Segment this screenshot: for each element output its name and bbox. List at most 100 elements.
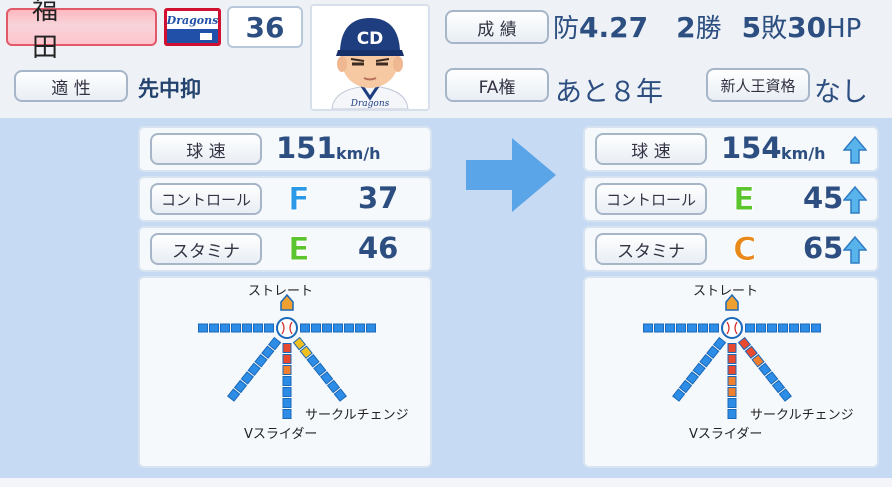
after-speed-label: 球 速 xyxy=(595,133,707,165)
pitch-segment xyxy=(672,388,686,402)
pitch-segment xyxy=(299,345,313,359)
pitch-segment xyxy=(767,323,777,333)
pitch-segment xyxy=(322,323,332,333)
pitch-segment xyxy=(744,345,758,359)
pitch-segment xyxy=(789,323,799,333)
pitch-segment xyxy=(737,336,752,351)
pitch-segment xyxy=(676,323,686,333)
up-arrow-icon xyxy=(843,236,867,264)
pitch-segment xyxy=(727,409,737,419)
record-label: 成 績 xyxy=(445,10,549,44)
before-stamina-value: 46 xyxy=(358,231,399,265)
pitch-segment xyxy=(261,345,275,359)
pitch-segment xyxy=(727,343,737,353)
pitch-segment xyxy=(282,343,292,353)
baseball-icon xyxy=(276,317,298,339)
pitch-segment xyxy=(282,398,292,408)
pitch-segment xyxy=(240,371,254,385)
pitch-segment xyxy=(727,354,737,364)
pitch-segment xyxy=(765,371,779,385)
pitch-segment xyxy=(811,323,821,333)
up-arrow-icon xyxy=(843,136,867,164)
pitch-segment xyxy=(254,354,268,368)
pitch-segment xyxy=(242,323,252,333)
before-pitch-chart: ストレート サークルチェンジ Vスライダー xyxy=(138,276,432,468)
pitch-segment xyxy=(727,387,737,397)
losses-unit: 敗 xyxy=(761,14,788,44)
pitch-segment xyxy=(227,388,241,402)
pitch-segment xyxy=(706,345,720,359)
before-control-label: コントロール xyxy=(150,183,262,215)
era-value: 4.27 xyxy=(579,11,649,44)
straight-arrow xyxy=(280,293,294,311)
pitch-segment xyxy=(311,323,321,333)
after-control-label: コントロール xyxy=(595,183,707,215)
pitch-segment xyxy=(247,362,261,377)
rookie-label: 新人王資格 xyxy=(706,68,810,102)
pitch-segment xyxy=(220,323,230,333)
pitch-segment xyxy=(699,354,713,368)
pitch-segment xyxy=(727,376,737,386)
pitch-segment xyxy=(344,323,354,333)
before-control-value: 37 xyxy=(358,181,399,215)
pitch-segment xyxy=(678,379,693,394)
pitch-segment xyxy=(355,323,365,333)
before-stamina-label: スタミナ xyxy=(150,233,262,265)
before-speed-label: 球 速 xyxy=(150,133,262,165)
aptitude-label: 適 性 xyxy=(14,70,128,102)
pitch-segment xyxy=(778,323,788,333)
before-control-grade: F xyxy=(288,180,311,219)
pitch-segment xyxy=(198,323,208,333)
pitch-segment xyxy=(313,362,327,377)
rookie-value: なし xyxy=(814,77,868,108)
pitch-segment xyxy=(264,323,274,333)
pitch-segment xyxy=(727,365,737,375)
before-speed-unit: km/h xyxy=(336,144,381,163)
wins-unit: 勝 xyxy=(695,14,722,44)
pitch-segment xyxy=(267,336,282,351)
player-name: 福 田 xyxy=(6,0,157,63)
bottom-strip xyxy=(0,478,892,487)
era-label: 防 xyxy=(553,14,580,44)
pitch-segment xyxy=(751,354,765,368)
pitch-segment xyxy=(745,323,755,333)
after-control-card: コントロール E 45 xyxy=(583,176,879,222)
before-stamina-card: スタミナ E 46 xyxy=(138,226,432,272)
pitch-segment xyxy=(756,323,766,333)
pitch-segment xyxy=(778,388,792,402)
hp-unit: HP xyxy=(826,14,862,44)
player-portrait: Dragons CD xyxy=(310,4,430,111)
pitch-segment xyxy=(709,323,719,333)
before-speed-value: 151 xyxy=(276,131,337,165)
pitch-segment xyxy=(209,323,219,333)
pitch-segment xyxy=(800,323,810,333)
pitch-segment xyxy=(366,323,376,333)
pitch-segment xyxy=(282,376,292,386)
arrow-right-icon xyxy=(466,138,558,216)
after-speed-unit: km/h xyxy=(781,144,826,163)
pitch-segment xyxy=(727,398,737,408)
before-speed-card: 球 速 151 km/h xyxy=(138,126,432,172)
pitch-segment xyxy=(712,336,727,351)
pitch-segment xyxy=(654,323,664,333)
pitch-segment xyxy=(253,323,263,333)
pitch-segment xyxy=(687,323,697,333)
straight-arrow xyxy=(725,293,739,311)
pitch-segment xyxy=(758,362,772,377)
wins-value: 2 xyxy=(676,11,696,44)
baseball-icon xyxy=(721,317,743,339)
aptitude-value: 先中抑 xyxy=(138,77,201,101)
pitch-segment xyxy=(233,379,248,394)
pitch-segment xyxy=(282,409,292,419)
pitch-segment xyxy=(282,365,292,375)
pitch-segment xyxy=(300,323,310,333)
svg-text:CD: CD xyxy=(357,29,384,49)
pitch-segment xyxy=(685,371,699,385)
up-arrow-icon xyxy=(843,186,867,214)
pitch-segment xyxy=(326,379,341,394)
before-pitch-gauge xyxy=(198,293,376,419)
before-control-card: コントロール F 37 xyxy=(138,176,432,222)
svg-text:Dragons: Dragons xyxy=(166,14,219,27)
pitch-segment xyxy=(231,323,241,333)
pitch-segment xyxy=(306,354,320,368)
